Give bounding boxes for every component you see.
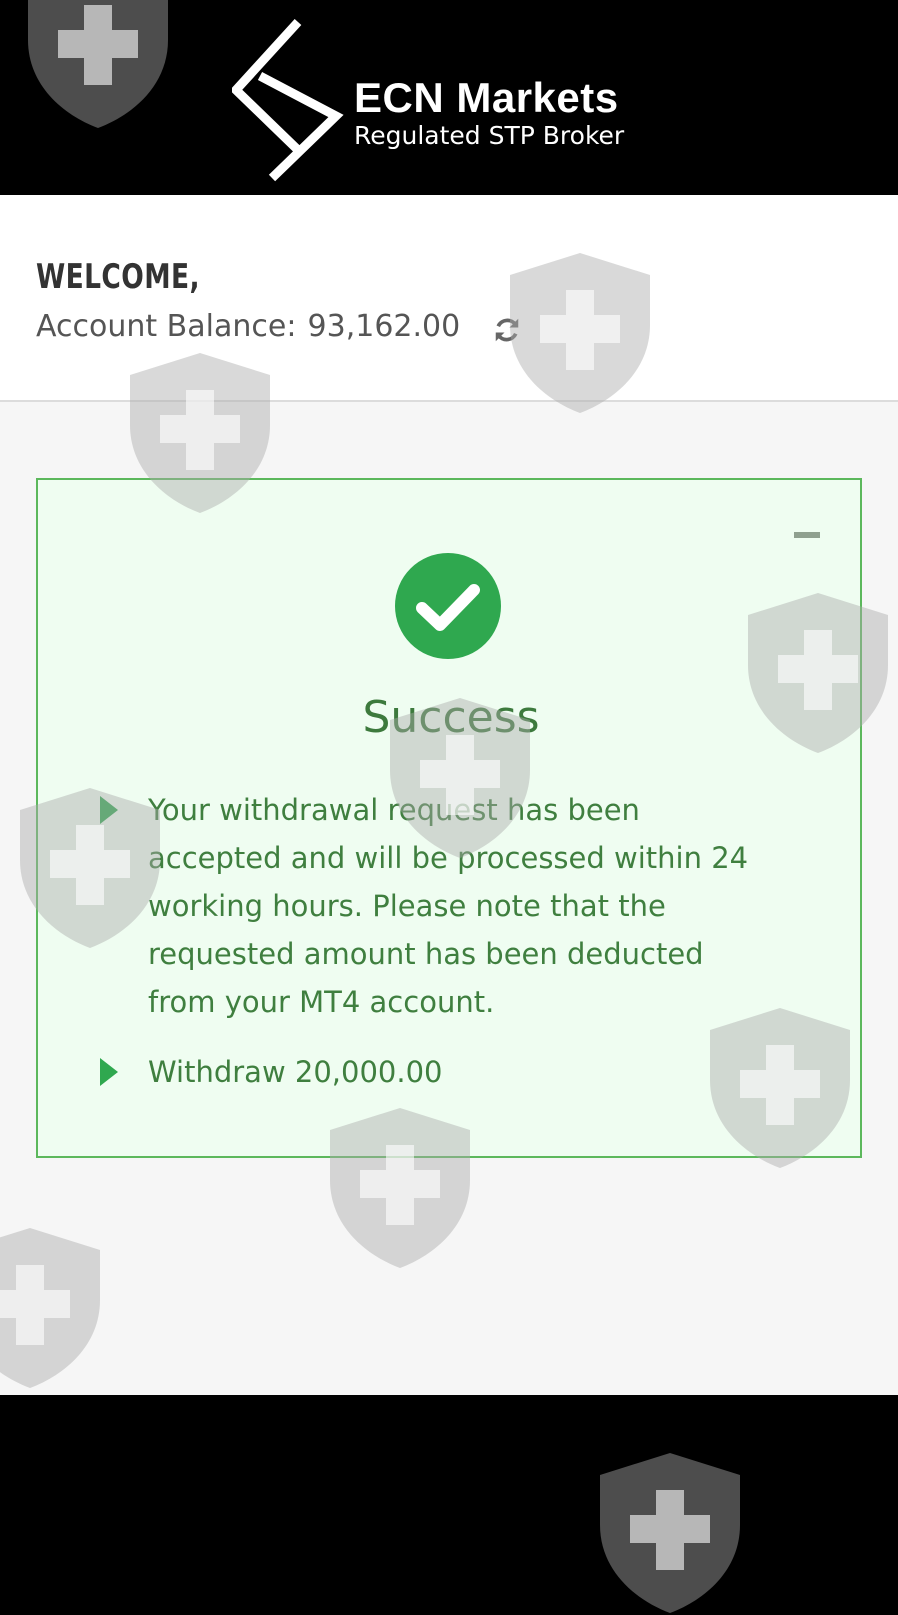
withdraw-amount: Withdraw 20,000.00 bbox=[148, 1055, 443, 1089]
refresh-icon[interactable] bbox=[492, 315, 522, 345]
balance-value: 93,162.00 bbox=[307, 309, 461, 344]
success-alert: Success Your withdrawal request has been… bbox=[36, 478, 862, 1158]
alert-title: Success bbox=[362, 692, 540, 743]
brand-logo-icon bbox=[232, 18, 344, 182]
bullet-arrow-icon bbox=[100, 1058, 118, 1086]
collapse-button[interactable] bbox=[794, 532, 820, 538]
alert-message: Your withdrawal request has been accepte… bbox=[148, 793, 749, 1019]
balance-row: Account Balance: 93,162.00 bbox=[36, 309, 519, 349]
welcome-heading: WELCOME, bbox=[36, 257, 200, 297]
balance-label: Account Balance: bbox=[36, 309, 297, 344]
bullet-arrow-icon bbox=[100, 796, 118, 824]
brand-subtitle: Regulated STP Broker bbox=[354, 121, 625, 150]
app-header: ECN Markets Regulated STP Broker bbox=[0, 0, 898, 195]
check-circle-icon bbox=[395, 553, 501, 659]
brand-title: ECN Markets bbox=[354, 74, 619, 121]
app-footer bbox=[0, 1395, 898, 1600]
account-summary: WELCOME, Account Balance: 93,162.00 bbox=[0, 195, 898, 402]
